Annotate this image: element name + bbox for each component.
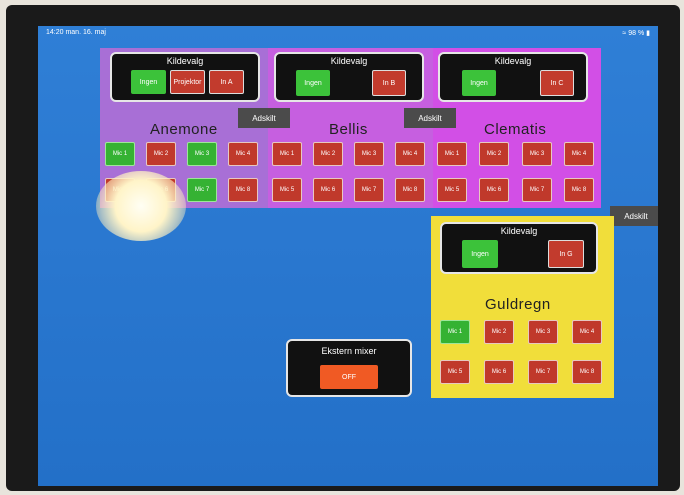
bellis-mic-6[interactable]: Mic 6	[313, 178, 343, 202]
battery-label: 98 %	[628, 30, 645, 37]
guldregn-source-title: Kildevalg	[500, 226, 538, 236]
guldregn-source-panel: Kildevalg Ingen In G	[440, 222, 598, 274]
clematis-source-panel: Kildevalg Ingen In C	[438, 52, 588, 102]
bellis-mic-3[interactable]: Mic 3	[354, 142, 384, 166]
app-screen: 14:20 man. 16. maj ≈ 98 % ▮ Kildevalg In…	[38, 26, 658, 486]
guldregn-source-ingen[interactable]: Ingen	[462, 240, 498, 268]
bellis-source-title: Kildevalg	[330, 56, 368, 66]
bellis-title: Bellis	[329, 121, 368, 138]
guldregn-mic-8[interactable]: Mic 8	[572, 360, 602, 384]
ekstern-mixer-toggle[interactable]: OFF	[320, 365, 378, 389]
guldregn-source-in-g[interactable]: In G	[548, 240, 584, 268]
anemone-mic-8[interactable]: Mic 8	[228, 178, 258, 202]
bellis-mic-1[interactable]: Mic 1	[272, 142, 302, 166]
clematis-mic-1[interactable]: Mic 1	[437, 142, 467, 166]
bellis-source-ingen[interactable]: Ingen	[296, 70, 330, 96]
clematis-source-title: Kildevalg	[494, 56, 532, 66]
anemone-mic-3[interactable]: Mic 3	[187, 142, 217, 166]
clematis-source-in-c[interactable]: In C	[540, 70, 574, 96]
bellis-mic-7[interactable]: Mic 7	[354, 178, 384, 202]
status-right: ≈ 98 % ▮	[622, 29, 650, 37]
anemone-mic-4[interactable]: Mic 4	[228, 142, 258, 166]
anemone-source-panel: Kildevalg Ingen Projektor In A	[110, 52, 260, 102]
adskilt-button-anemone-bellis[interactable]: Adskilt	[238, 108, 290, 128]
guldregn-mic-7[interactable]: Mic 7	[528, 360, 558, 384]
battery-icon: ▮	[646, 30, 650, 37]
bellis-mic-4[interactable]: Mic 4	[395, 142, 425, 166]
status-time: 14:20 man. 16. maj	[46, 29, 106, 36]
clematis-mic-7[interactable]: Mic 7	[522, 178, 552, 202]
wifi-icon: ≈	[622, 30, 627, 37]
guldregn-title: Guldregn	[485, 296, 551, 313]
guldregn-mic-3[interactable]: Mic 3	[528, 320, 558, 344]
bellis-source-in-b[interactable]: In B	[372, 70, 406, 96]
bellis-source-panel: Kildevalg Ingen In B	[274, 52, 424, 102]
guldregn-mic-6[interactable]: Mic 6	[484, 360, 514, 384]
guldregn-mic-5[interactable]: Mic 5	[440, 360, 470, 384]
ekstern-mixer-panel: Ekstern mixer OFF	[286, 339, 412, 397]
adskilt-button-bellis-clematis[interactable]: Adskilt	[404, 108, 456, 128]
ekstern-mixer-title: Ekstern mixer	[321, 346, 377, 356]
bellis-mic-5[interactable]: Mic 5	[272, 178, 302, 202]
bellis-mic-2[interactable]: Mic 2	[313, 142, 343, 166]
clematis-title: Clematis	[484, 121, 547, 138]
anemone-mic-5[interactable]: Mic 5	[105, 178, 135, 202]
clematis-mic-4[interactable]: Mic 4	[564, 142, 594, 166]
anemone-source-projektor[interactable]: Projektor	[170, 70, 205, 94]
clematis-mic-2[interactable]: Mic 2	[479, 142, 509, 166]
anemone-mic-6[interactable]: Mic 6	[146, 178, 176, 202]
anemone-title: Anemone	[150, 121, 218, 138]
clematis-mic-3[interactable]: Mic 3	[522, 142, 552, 166]
clematis-source-ingen[interactable]: Ingen	[462, 70, 496, 96]
anemone-source-ingen[interactable]: Ingen	[131, 70, 166, 94]
guldregn-mic-4[interactable]: Mic 4	[572, 320, 602, 344]
anemone-mic-1[interactable]: Mic 1	[105, 142, 135, 166]
anemone-source-title: Kildevalg	[166, 56, 204, 66]
anemone-mic-7[interactable]: Mic 7	[187, 178, 217, 202]
anemone-source-in-a[interactable]: In A	[209, 70, 244, 94]
clematis-mic-8[interactable]: Mic 8	[564, 178, 594, 202]
clematis-mic-6[interactable]: Mic 6	[479, 178, 509, 202]
status-bar: 14:20 man. 16. maj ≈ 98 % ▮	[38, 26, 658, 40]
guldregn-mic-2[interactable]: Mic 2	[484, 320, 514, 344]
adskilt-button-clematis-guldregn[interactable]: Adskilt	[610, 206, 658, 226]
anemone-mic-2[interactable]: Mic 2	[146, 142, 176, 166]
guldregn-mic-1[interactable]: Mic 1	[440, 320, 470, 344]
clematis-mic-5[interactable]: Mic 5	[437, 178, 467, 202]
bellis-mic-8[interactable]: Mic 8	[395, 178, 425, 202]
